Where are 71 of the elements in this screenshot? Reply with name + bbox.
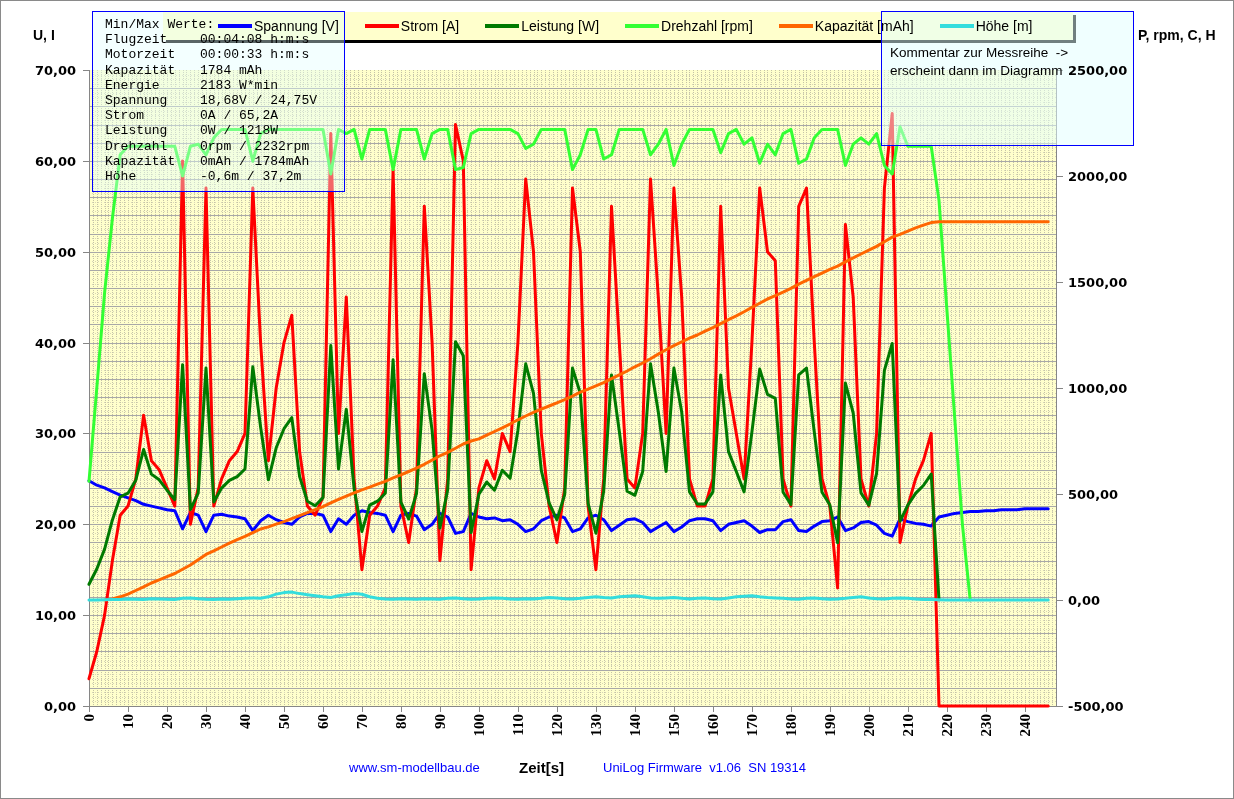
stats-value: 0mAh / 1784mAh <box>200 153 311 170</box>
x-tick-label: 120 <box>548 714 565 737</box>
x-tick-label: 20 <box>159 714 175 729</box>
stats-value: -0,6m / 37,2m <box>200 169 303 185</box>
stats-value: 1784 mAh <box>200 62 264 78</box>
y-tick-label: 500,00 <box>1068 487 1119 502</box>
x-tick-label: 140 <box>626 714 643 737</box>
stats-title: Min/Max Werte: <box>105 17 215 33</box>
x-tick-label: 50 <box>276 714 292 729</box>
y-tick-label: 0,00 <box>43 699 76 714</box>
firmware-text: UniLog Firmware v1.06 SN 19314 <box>603 760 807 775</box>
y-tick-label: -500,00 <box>1068 699 1124 714</box>
stats-label: Drehzahl <box>105 138 169 154</box>
axis-title: P, rpm, C, H <box>1138 27 1216 43</box>
x-tick-label: 30 <box>198 714 214 729</box>
x-tick-label: 10 <box>120 714 136 729</box>
x-tick-label: 70 <box>353 714 370 729</box>
y-tick-label: 50,00 <box>34 244 76 260</box>
website-text: www.sm-modellbau.de <box>349 760 480 775</box>
y-tick-label: 1000,00 <box>1068 381 1128 396</box>
stats-label: Motorzeit <box>105 47 177 63</box>
y-tick-label: 10,00 <box>34 608 76 624</box>
stats-value: 00:00:33 h:m:s <box>200 47 311 63</box>
stats-label: Strom <box>105 108 145 124</box>
legend-label: Strom [A] <box>400 18 460 34</box>
x-tick-label: 90 <box>431 714 448 729</box>
y-tick-label: 2500,00 <box>1068 63 1128 78</box>
x-tick-label: 220 <box>938 714 955 737</box>
x-tick-label: 240 <box>1016 714 1033 737</box>
y-tick-label: 2000,00 <box>1068 169 1128 184</box>
x-tick-label: 60 <box>315 714 331 729</box>
x-tick-label: 210 <box>899 714 916 737</box>
y-tick-label: 1500,00 <box>1068 275 1128 290</box>
x-tick-label: 110 <box>509 714 526 736</box>
stats-label: Spannung <box>105 93 169 109</box>
axis-title: U, I <box>33 27 55 43</box>
x-tick-label: 100 <box>470 714 487 737</box>
x-tick-label: 180 <box>782 714 799 737</box>
stats-value: 18,68V / 24,75V <box>200 93 318 109</box>
stats-label: Energie <box>105 77 161 93</box>
stats-value: 2183 W*min <box>200 77 279 93</box>
stats-label: Leistung <box>105 123 169 139</box>
x-tick-label: 170 <box>743 714 760 737</box>
stats-label: Kapazität <box>105 153 177 170</box>
comment-text: Kommentar zur Messreihe -> erscheint dann im Diagramm <box>890 44 1069 80</box>
x-tick-label: 130 <box>587 714 604 737</box>
legend-label: Höhe [m] <box>975 18 1033 34</box>
x-tick-label: 0 <box>81 714 97 722</box>
x-tick-label: 160 <box>704 714 721 737</box>
x-tick-label: 200 <box>860 714 877 737</box>
x-tick-label: 80 <box>392 714 409 729</box>
legend-label: Drehzahl [rpm] <box>661 18 753 34</box>
y-tick-label: 40,00 <box>34 335 76 351</box>
x-tick-label: 150 <box>665 714 682 737</box>
stats-label: Flugzeit <box>105 32 169 48</box>
stats-value: 0W / 1218W <box>200 123 279 139</box>
y-tick-label: 70,00 <box>34 63 76 78</box>
stats-value: 0A / 65,2A <box>200 108 279 124</box>
stats-value: 0rpm / 2232rpm <box>200 138 311 154</box>
stats-label: Kapazität <box>105 62 177 78</box>
stats-label: Höhe <box>105 169 138 185</box>
x-tick-label: 190 <box>821 714 838 737</box>
axis-title: Zeit[s] <box>519 759 564 776</box>
legend-label: Spannung [V] <box>254 18 339 34</box>
y-tick-label: 20,00 <box>34 517 76 533</box>
y-tick-label: 60,00 <box>34 153 76 169</box>
x-tick-label: 230 <box>977 714 994 737</box>
y-tick-label: 30,00 <box>34 426 76 442</box>
legend-label: Leistung [W] <box>521 18 600 34</box>
y-tick-label: 0,00 <box>1068 593 1101 608</box>
x-tick-label: 40 <box>237 714 253 729</box>
